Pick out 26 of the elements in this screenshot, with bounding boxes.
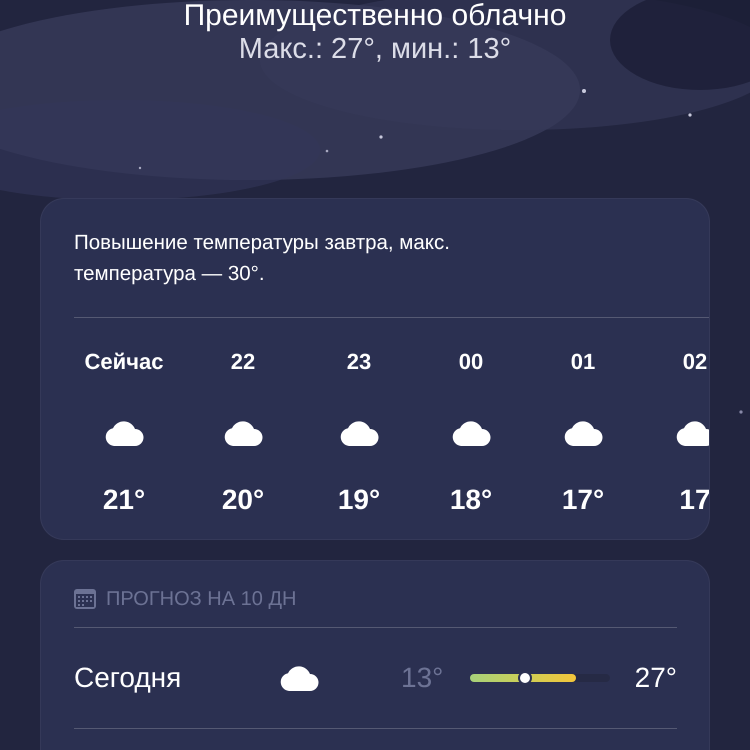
- high-temperature: 27°: [634, 662, 677, 694]
- hour-temperature: 17°: [562, 484, 604, 516]
- cloud-icon: [279, 665, 319, 691]
- cloud-icon: [223, 420, 263, 446]
- cloud-icon: [339, 420, 379, 446]
- hour-temperature: 18°: [450, 484, 492, 516]
- cloud-icon: [104, 420, 144, 446]
- hour-label: Сейчас: [84, 348, 164, 376]
- hour-temperature: 19°: [338, 484, 380, 516]
- hour-temperature: 17: [679, 484, 709, 516]
- hour-label: 23: [346, 348, 372, 376]
- hour-label: 02: [682, 348, 708, 376]
- temperature-range: Макс.: 27°, мин.: 13°: [238, 32, 512, 66]
- hour-temperature: 20°: [222, 484, 264, 516]
- cloud-icon: [451, 420, 491, 446]
- hour-label: 22: [230, 348, 256, 376]
- hour-label: 01: [570, 348, 596, 376]
- forecast-summary: Повышение температуры завтра, макс. температура — 30°.: [74, 230, 451, 287]
- calendar-icon: [74, 589, 96, 609]
- cloud-icon: [563, 420, 603, 446]
- hour-label: 00: [458, 348, 484, 376]
- hour-temperature: 21°: [102, 484, 146, 516]
- section-title: ПРОГНОЗ НА 10 ДН: [106, 588, 296, 610]
- low-temperature: 13°: [401, 662, 444, 694]
- day-name: Сегодня: [74, 662, 182, 694]
- weather-condition: Преимущественно облачно: [182, 0, 568, 32]
